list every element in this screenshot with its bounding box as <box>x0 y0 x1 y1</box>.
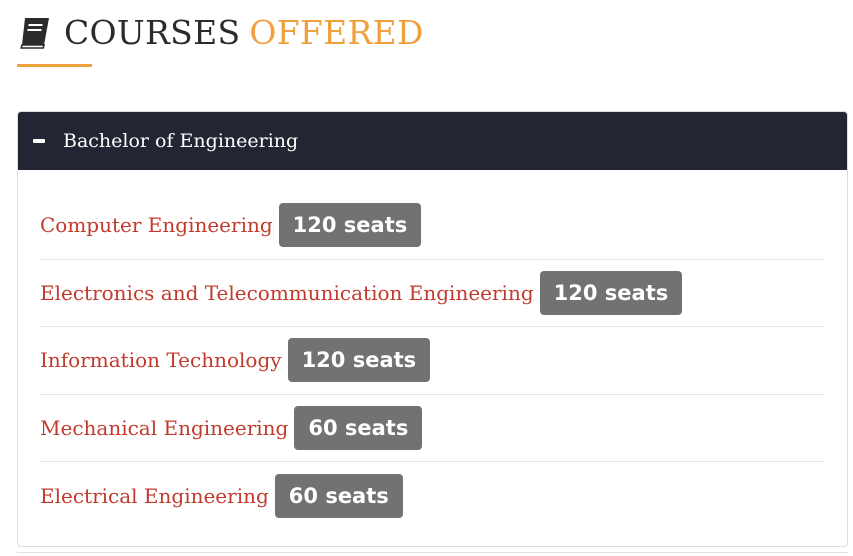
seats-badge: 60 seats <box>294 405 423 450</box>
divider <box>17 552 848 553</box>
book-icon <box>20 18 49 49</box>
list-item: Information Technology 120 seats <box>40 327 825 395</box>
seats-badge: 120 seats <box>287 338 431 383</box>
title-main: COURSES <box>64 13 241 52</box>
page-title: COURSES OFFERED <box>64 12 424 54</box>
heading-underline <box>17 64 92 67</box>
minus-icon[interactable] <box>33 139 45 143</box>
course-link-information-technology[interactable]: Information Technology <box>40 348 282 372</box>
list-item: Electrical Engineering 60 seats <box>40 462 825 530</box>
accordion-header-bachelor-of-engineering[interactable]: Bachelor of Engineering <box>18 112 847 170</box>
section-heading: COURSES OFFERED <box>16 12 424 54</box>
seats-badge: 60 seats <box>274 473 403 518</box>
course-link-electronics-telecommunication[interactable]: Electronics and Telecommunication Engine… <box>40 281 534 305</box>
list-item: Mechanical Engineering 60 seats <box>40 395 825 462</box>
title-accent: OFFERED <box>249 13 424 52</box>
seats-badge: 120 seats <box>278 203 422 248</box>
list-item: Electronics and Telecommunication Engine… <box>40 260 825 327</box>
seats-badge: 120 seats <box>539 270 683 315</box>
courses-accordion: Bachelor of Engineering Computer Enginee… <box>17 111 848 547</box>
course-list: Computer Engineering 120 seats Electroni… <box>18 170 847 530</box>
course-link-computer-engineering[interactable]: Computer Engineering <box>40 213 273 237</box>
list-item: Computer Engineering 120 seats <box>40 192 825 260</box>
course-link-mechanical-engineering[interactable]: Mechanical Engineering <box>40 416 288 440</box>
course-link-electrical-engineering[interactable]: Electrical Engineering <box>40 484 269 508</box>
accordion-title: Bachelor of Engineering <box>63 130 299 152</box>
